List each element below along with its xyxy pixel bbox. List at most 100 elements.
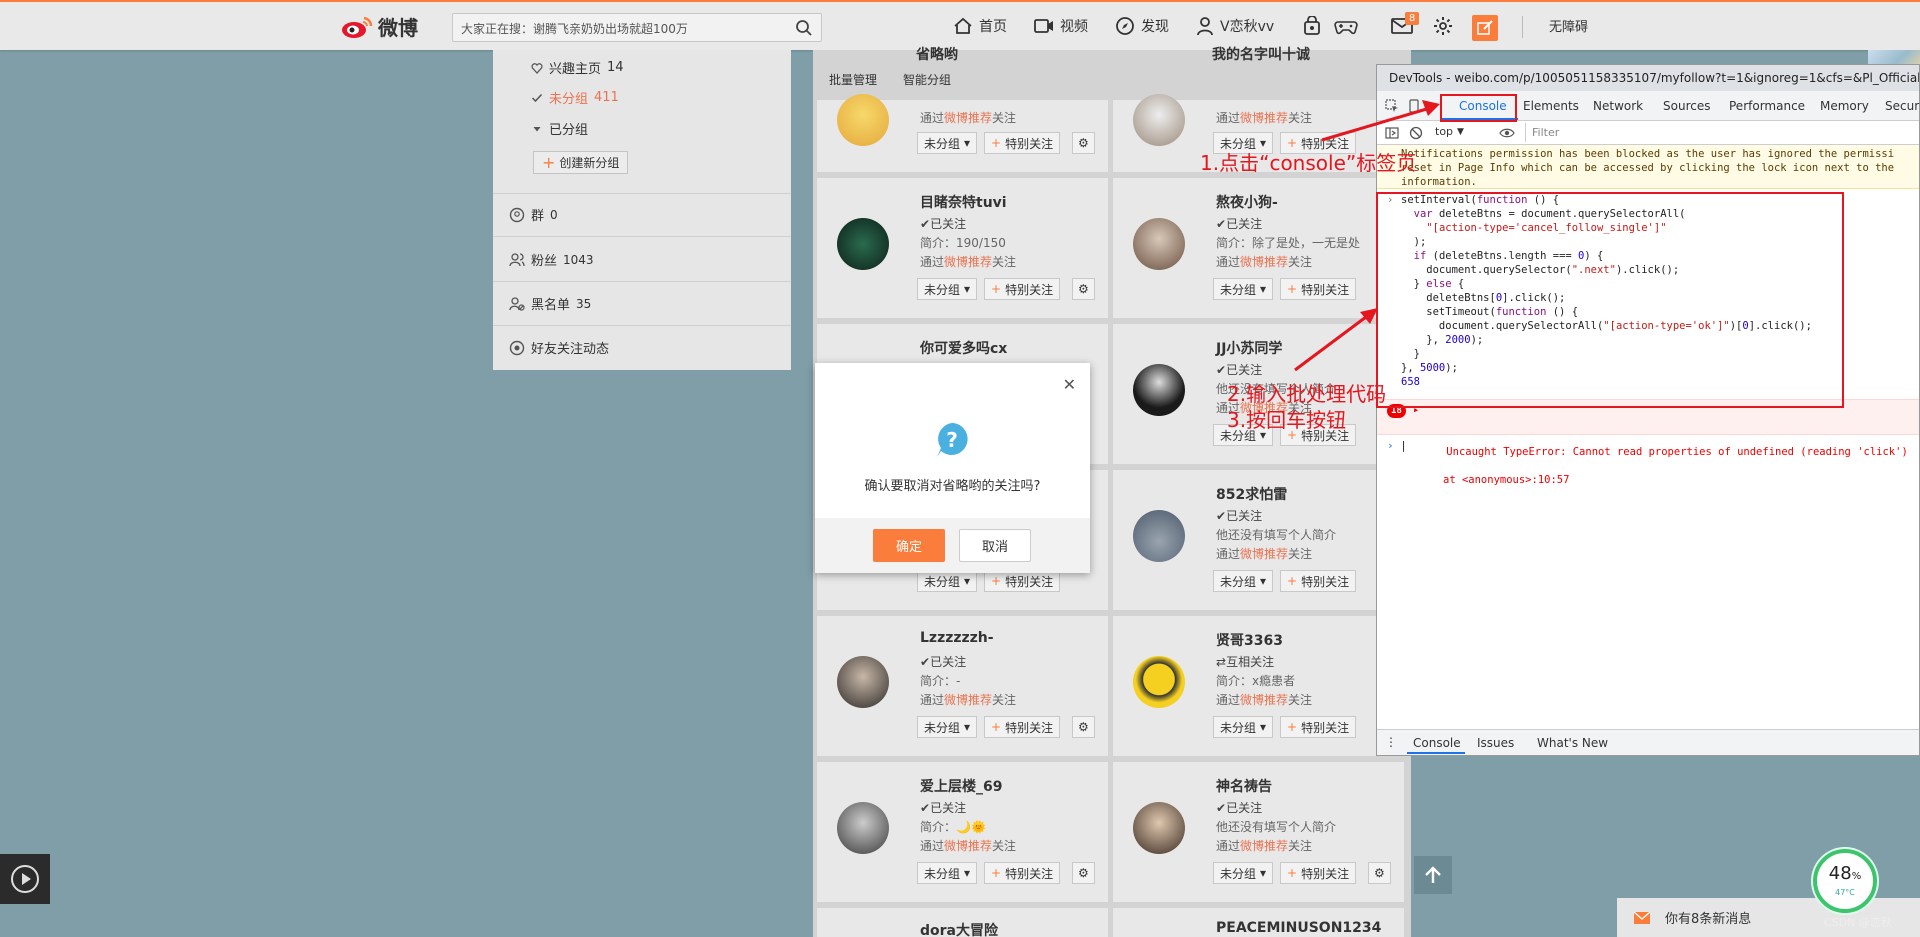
card-name[interactable]: 爱上层楼_69	[920, 776, 1002, 796]
special-follow-button[interactable]: + 特别关注	[984, 278, 1061, 300]
avatar[interactable]	[837, 802, 889, 854]
group-dropdown[interactable]: 未分组 ▾	[917, 278, 978, 300]
card-settings-button[interactable]: ⚙	[1072, 862, 1095, 884]
card-settings-button[interactable]: ⚙	[1072, 716, 1095, 738]
nav-video[interactable]: 视频	[1034, 16, 1088, 36]
compose-button[interactable]	[1472, 15, 1498, 41]
console-prompt[interactable]: › |	[1377, 435, 1919, 455]
sidebar-toggle-icon[interactable]	[1385, 126, 1399, 140]
group-dropdown[interactable]: 未分组 ▾	[917, 132, 978, 154]
avatar[interactable]	[837, 94, 889, 146]
chevron-down-icon: ▾	[964, 136, 971, 150]
group-dropdown[interactable]: 未分组 ▾	[917, 862, 978, 884]
smart-group-button[interactable]: 智能分组	[903, 71, 951, 88]
sidebar-item-interest[interactable]: 兴趣主页 14	[493, 58, 791, 77]
sidebar-section-friend-activity[interactable]: 好友关注动态	[493, 338, 791, 357]
cancel-button[interactable]: 取消	[959, 529, 1031, 562]
nav-profile[interactable]: V恋秋vv	[1196, 16, 1274, 36]
avatar[interactable]	[1133, 510, 1185, 562]
card-name[interactable]: 神名祷告	[1216, 776, 1272, 796]
special-follow-button[interactable]: + 特别关注	[984, 570, 1061, 592]
card-name[interactable]: Lzzzzzzh-	[920, 630, 994, 646]
drawer-tab-console[interactable]: Console	[1413, 736, 1461, 750]
avatar[interactable]	[837, 218, 889, 270]
drawer-tab-issues[interactable]: Issues	[1477, 736, 1514, 750]
avatar[interactable]	[1133, 802, 1185, 854]
card-settings-button[interactable]: ⚙	[1072, 278, 1095, 300]
tab-network[interactable]: Network	[1593, 99, 1643, 113]
accessibility-link[interactable]: 无障碍	[1549, 16, 1588, 35]
weibo-logo[interactable]: 微博	[340, 12, 418, 41]
search-icon[interactable]	[795, 19, 813, 37]
nav-lock-icon[interactable]	[1300, 14, 1324, 38]
close-icon[interactable]: ✕	[1063, 375, 1076, 394]
eye-icon[interactable]	[1499, 126, 1515, 140]
nav-discover-label: 发现	[1141, 19, 1169, 35]
special-follow-button[interactable]: + 特别关注	[1280, 716, 1357, 738]
sidebar-item-ungrouped[interactable]: 未分组 411	[493, 88, 791, 107]
group-dropdown[interactable]: 未分组 ▾	[1213, 278, 1274, 300]
sidebar-section-group[interactable]: 群 0	[493, 205, 791, 224]
sidebar-section-blacklist[interactable]: 黑名单 35	[493, 294, 791, 313]
group-dropdown[interactable]: 未分组 ▾	[1213, 862, 1274, 884]
drawer-tab-whats-new[interactable]: What's New	[1537, 736, 1608, 750]
special-follow-button[interactable]: + 特别关注	[1280, 570, 1357, 592]
follow-card: 神名祷告 ✔已关注 他还没有填写个人简介 通过微博推荐关注 未分组 ▾ + 特别关注…	[1113, 762, 1404, 902]
back-to-top-button[interactable]	[1414, 856, 1452, 894]
tab-sources[interactable]: Sources	[1663, 99, 1710, 113]
special-follow-button[interactable]: + 特别关注	[984, 862, 1061, 884]
card-name[interactable]: PEACEMINUSON1234	[1216, 920, 1381, 936]
tab-elements[interactable]: Elements	[1523, 99, 1579, 113]
group-dropdown[interactable]: 未分组 ▾	[917, 716, 978, 738]
sidebar-section-fans[interactable]: 粉丝 1043	[493, 250, 791, 269]
special-follow-button[interactable]: + 特别关注	[1280, 862, 1357, 884]
card-bio: 简介：除了是处，一无是处	[1216, 236, 1361, 250]
special-follow-button[interactable]: + 特别关注	[984, 716, 1061, 738]
card-name[interactable]: JJ小苏同学	[1216, 338, 1282, 358]
card-name[interactable]: dora大冒险	[920, 920, 998, 937]
card-settings-button[interactable]: ⚙	[1072, 132, 1095, 154]
video-player-button[interactable]	[0, 854, 50, 904]
system-monitor-gauge[interactable]: 48% 47°C	[1813, 849, 1877, 913]
clear-console-icon[interactable]	[1409, 126, 1423, 140]
card-settings-button[interactable]: ⚙	[1368, 862, 1391, 884]
create-group-button[interactable]: + 创建新分组	[533, 151, 629, 174]
group-dropdown[interactable]: 未分组 ▾	[1213, 716, 1274, 738]
avatar[interactable]	[1133, 218, 1185, 270]
card-name[interactable]: 贤哥3363	[1216, 630, 1283, 650]
sidebar-section-count: 35	[576, 296, 592, 311]
inspect-element-icon[interactable]	[1385, 99, 1399, 113]
special-follow-button[interactable]: + 特别关注	[984, 132, 1061, 154]
card-name[interactable]: 熬夜小狗-	[1216, 192, 1278, 212]
avatar[interactable]	[1133, 364, 1185, 416]
console-filter-input[interactable]: Filter	[1525, 123, 1920, 142]
nav-home[interactable]: 首页	[953, 16, 1007, 36]
group-dropdown[interactable]: 未分组 ▾	[917, 570, 978, 592]
chevron-down-icon: ▾	[964, 720, 971, 734]
avatar[interactable]	[837, 656, 889, 708]
card-name[interactable]: 852求怕雷	[1216, 484, 1287, 504]
drawer-menu-icon[interactable]: ⋮	[1385, 735, 1397, 749]
special-follow-button[interactable]: + 特别关注	[1280, 278, 1357, 300]
search-placeholder: 大家正在搜：谢腾飞亲奶奶出场就超100万	[461, 22, 688, 36]
card-name[interactable]: 我的名字叫十诚	[1212, 44, 1310, 64]
device-toolbar-icon[interactable]	[1407, 99, 1421, 113]
batch-manage-button[interactable]: 批量管理	[829, 71, 877, 88]
avatar[interactable]	[1133, 656, 1185, 708]
nav-settings[interactable]	[1431, 14, 1455, 38]
tab-performance[interactable]: Performance	[1729, 99, 1805, 113]
card-name[interactable]: 你可爱多吗cx	[920, 338, 1007, 358]
error-location[interactable]: at <anonymous>:10:57	[1421, 473, 1919, 487]
sidebar-item-grouped[interactable]: 已分组	[493, 119, 791, 138]
context-selector[interactable]: top ▼	[1435, 125, 1464, 138]
confirm-button[interactable]: 确定	[873, 529, 945, 562]
group-dropdown[interactable]: 未分组 ▾	[1213, 570, 1274, 592]
card-name[interactable]: 目睹奈特tuvi	[920, 192, 1007, 212]
tab-memory[interactable]: Memory	[1820, 99, 1869, 113]
nav-game-icon[interactable]	[1334, 14, 1358, 38]
gear-icon: ⚙	[1078, 720, 1089, 734]
nav-discover[interactable]: 发现	[1115, 16, 1169, 36]
avatar[interactable]	[1133, 94, 1185, 146]
search-input[interactable]: 大家正在搜：谢腾飞亲奶奶出场就超100万	[452, 13, 822, 42]
tab-security[interactable]: Securi	[1885, 99, 1920, 113]
